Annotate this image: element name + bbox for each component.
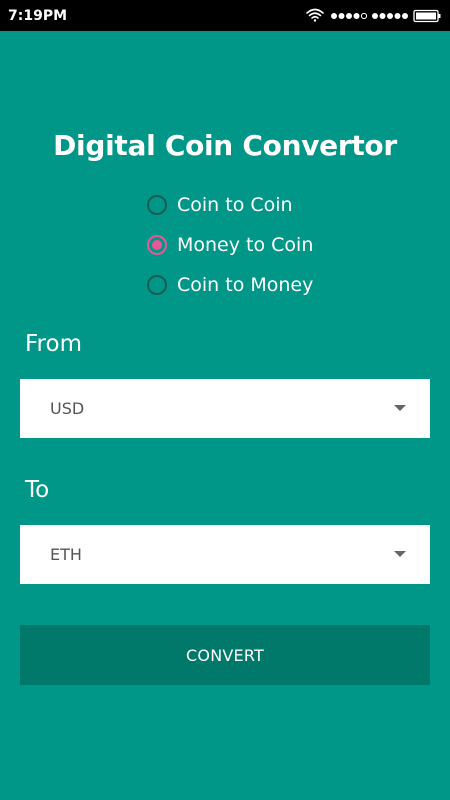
radio-money-to-coin[interactable]: Money to Coin [147, 232, 313, 258]
dropdown-arrow-icon [394, 551, 406, 557]
page-title: Digital Coin Convertor [53, 129, 397, 162]
radio-label: Money to Coin [177, 234, 314, 256]
convert-button-label: CONVERT [186, 645, 264, 665]
radio-label: Coin to Money [177, 274, 314, 296]
radio-label: Coin to Coin [177, 194, 293, 216]
radio-coin-to-coin[interactable]: Coin to Coin [147, 192, 293, 218]
battery-icon [413, 9, 441, 23]
wifi-icon [306, 8, 324, 22]
status-icons [306, 8, 441, 23]
from-label: From [25, 331, 82, 357]
from-currency-select[interactable]: USD [20, 379, 430, 438]
radio-unchecked-icon [147, 195, 167, 215]
dropdown-arrow-icon [394, 405, 406, 411]
from-currency-value: USD [50, 399, 85, 418]
to-label: To [25, 477, 50, 503]
signal-icon [331, 12, 368, 20]
signal-icon [372, 13, 408, 19]
to-currency-value: ETH [50, 545, 82, 564]
to-currency-select[interactable]: ETH [20, 525, 430, 584]
status-time: 7:19PM [8, 8, 68, 24]
radio-unchecked-icon [147, 275, 167, 295]
convert-button[interactable]: CONVERT [20, 625, 430, 685]
radio-dot [152, 240, 162, 250]
radio-coin-to-money[interactable]: Coin to Money [147, 272, 313, 298]
status-bar: 7:19PM [0, 0, 450, 31]
radio-checked-icon [147, 235, 167, 255]
